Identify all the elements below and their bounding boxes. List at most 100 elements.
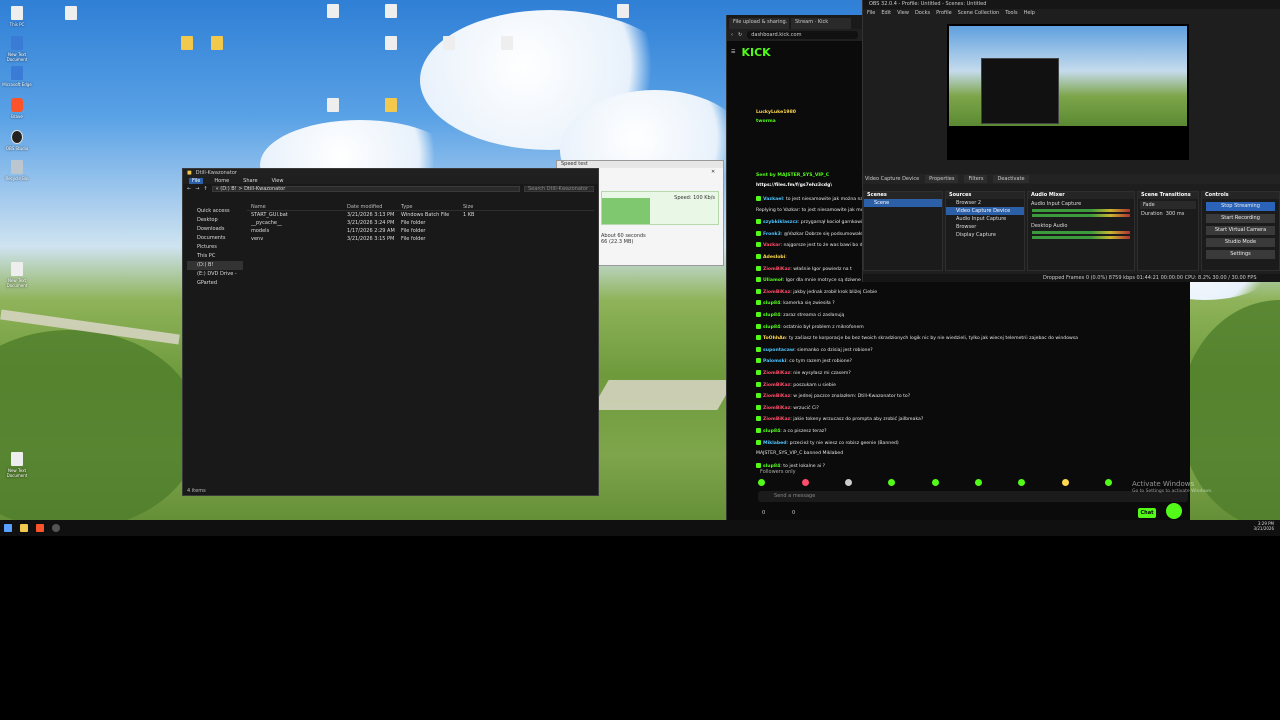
- desktop-icon-edge[interactable]: Microsoft Edge: [0, 66, 34, 87]
- desktop-icon-file[interactable]: [374, 4, 408, 20]
- obs-window[interactable]: OBS 32.0.4 - Profile: Untitled - Scenes:…: [862, 0, 1280, 282]
- forward-arrow-icon[interactable]: →: [195, 186, 199, 192]
- desktop-icon-doc2[interactable]: New Text Document: [0, 452, 34, 478]
- chat-username[interactable]: Palomski: [763, 359, 786, 364]
- source-item[interactable]: Audio Input Capture: [946, 215, 1024, 223]
- file-row[interactable]: START_GUI.bat 3/21/2026 3:13 PM Windows Ba…: [247, 211, 594, 219]
- desktop-icon-text[interactable]: New Text Document: [0, 36, 34, 62]
- chat-username[interactable]: ToOhhAn: [763, 336, 786, 341]
- settings-button[interactable]: Settings: [1206, 250, 1275, 259]
- source-item[interactable]: Video Capture Device: [946, 207, 1024, 215]
- nav-desktop[interactable]: Desktop: [187, 216, 243, 225]
- source-item[interactable]: Browser: [946, 223, 1024, 231]
- chat-username[interactable]: slup84: [763, 325, 780, 330]
- emote-icon[interactable]: [932, 479, 939, 486]
- brave-taskbar-icon[interactable]: [36, 524, 44, 532]
- desktop-icon-obs[interactable]: OBS Studio: [0, 130, 34, 151]
- transition-select[interactable]: Fade: [1140, 201, 1196, 209]
- emote-icon[interactable]: [1062, 479, 1069, 486]
- chat-username[interactable]: slup84: [763, 429, 780, 434]
- chat-username[interactable]: ZiomBiKaz: [763, 394, 790, 399]
- desktop-icon-file[interactable]: [490, 36, 524, 52]
- emote-icon[interactable]: [758, 479, 765, 486]
- kick-action-icon[interactable]: [1166, 503, 1182, 519]
- close-icon[interactable]: ✕: [711, 169, 719, 177]
- duration-input[interactable]: 300 ms: [1166, 211, 1185, 217]
- deactivate-button[interactable]: Deactivate: [993, 175, 1029, 183]
- search-input[interactable]: Search Dtill-Kwazonator: [524, 185, 594, 192]
- url-input[interactable]: dashboard.kick.com: [747, 31, 858, 39]
- ribbon-tab-file[interactable]: File: [189, 177, 204, 184]
- explorer-taskbar-icon[interactable]: [20, 524, 28, 532]
- chat-username[interactable]: Vazkar: [763, 243, 781, 248]
- emote-icon[interactable]: [802, 479, 809, 486]
- chat-username[interactable]: ZiomBiKaz: [763, 290, 790, 295]
- obs-preview[interactable]: [947, 24, 1189, 160]
- chat-message-input[interactable]: Send a message: [758, 491, 1188, 502]
- virtual-camera-button[interactable]: Start Virtual Camera: [1206, 226, 1275, 235]
- start-icon[interactable]: [4, 524, 12, 532]
- nav-dvd-drive[interactable]: (E:) DVD Drive - GParted: [187, 270, 243, 286]
- taskbar-clock[interactable]: 3:29 PM 3/21/2026: [1253, 521, 1274, 531]
- desktop-icon-file[interactable]: [606, 4, 640, 20]
- chat-username[interactable]: slup84: [763, 313, 780, 318]
- chat-username[interactable]: Adeslobi: [763, 255, 785, 260]
- desktop-icon-folder[interactable]: [200, 36, 234, 52]
- desktop-icon-file[interactable]: [316, 98, 350, 114]
- properties-button[interactable]: Properties: [925, 175, 959, 183]
- up-arrow-icon[interactable]: ↑: [203, 186, 207, 192]
- desktop-icon-doc[interactable]: New Text Document: [0, 262, 34, 288]
- browser-tab-active[interactable]: Stream · Kick: [791, 18, 851, 29]
- pinned-link[interactable]: https://files.fm/f/gs7ehz3cdg\: [756, 183, 832, 188]
- emote-icon[interactable]: [888, 479, 895, 486]
- stop-streaming-button[interactable]: Stop Streaming: [1206, 202, 1275, 211]
- nav-drive-d[interactable]: (D:) B!: [187, 261, 243, 270]
- obs-menu-edit[interactable]: Edit: [881, 9, 891, 17]
- desktop-icon-brave[interactable]: Brave: [0, 98, 34, 119]
- column-date[interactable]: Date modified: [347, 203, 401, 211]
- chat-username[interactable]: szybkiklaszcz: [763, 220, 798, 225]
- obs-menu-tools[interactable]: Tools: [1005, 9, 1017, 17]
- chat-username[interactable]: supontacaw: [763, 348, 794, 353]
- obs-menu-view[interactable]: View: [897, 9, 909, 17]
- desktop-icon-this-pc[interactable]: This PC: [0, 6, 34, 27]
- nav-downloads[interactable]: Downloads: [187, 225, 243, 234]
- kick-logo[interactable]: KICK: [741, 46, 770, 59]
- ribbon-tab-home[interactable]: Home: [211, 178, 232, 184]
- source-item[interactable]: Browser 2: [946, 199, 1024, 207]
- chat-username[interactable]: Vazkael: [763, 197, 783, 202]
- desktop-icon-file[interactable]: [432, 36, 466, 52]
- source-item[interactable]: Display Capture: [946, 231, 1024, 239]
- file-row[interactable]: venv 3/21/2026 3:15 PM File folder: [247, 235, 594, 243]
- desktop-icon-folder[interactable]: [374, 98, 408, 114]
- chat-username[interactable]: Miklabed: [763, 441, 787, 446]
- menu-icon[interactable]: ☰: [731, 49, 735, 55]
- studio-mode-button[interactable]: Studio Mode: [1206, 238, 1275, 247]
- desktop-icon-folder[interactable]: [170, 36, 204, 52]
- browser-tab[interactable]: File upload & sharing. Send large...: [729, 18, 789, 29]
- desktop-icon-file[interactable]: [54, 6, 88, 22]
- obs-taskbar-icon[interactable]: [52, 524, 60, 532]
- start-recording-button[interactable]: Start Recording: [1206, 214, 1275, 223]
- nav-quick-access[interactable]: Quick access: [187, 207, 243, 216]
- desktop-icon-bin[interactable]: Recycle Bin: [0, 160, 34, 181]
- nav-documents[interactable]: Documents: [187, 234, 243, 243]
- volume-slider[interactable]: [1032, 236, 1130, 239]
- chat-send-button[interactable]: Chat: [1138, 508, 1156, 518]
- column-name[interactable]: Name: [251, 203, 347, 211]
- ribbon-tab-view[interactable]: View: [269, 178, 287, 184]
- emote-icon[interactable]: [1018, 479, 1025, 486]
- obs-menu-scene-collection[interactable]: Scene Collection: [958, 9, 1000, 17]
- column-type[interactable]: Type: [401, 203, 463, 211]
- chat-username[interactable]: slup84: [763, 301, 780, 306]
- desktop-icon-file[interactable]: [316, 4, 350, 20]
- emote-icon[interactable]: [975, 479, 982, 486]
- volume-slider[interactable]: [1032, 214, 1130, 217]
- filters-button[interactable]: Filters: [964, 175, 988, 183]
- chat-username[interactable]: Fronk3: [763, 232, 781, 237]
- nav-this-pc[interactable]: This PC: [187, 252, 243, 261]
- address-bar[interactable]: « (D:) B! > Dtill-Kwazonator: [211, 185, 520, 192]
- desktop-icon-file[interactable]: [374, 36, 408, 52]
- chat-username[interactable]: ZiomBiKaz: [763, 417, 790, 422]
- back-arrow-icon[interactable]: ‹: [731, 32, 733, 38]
